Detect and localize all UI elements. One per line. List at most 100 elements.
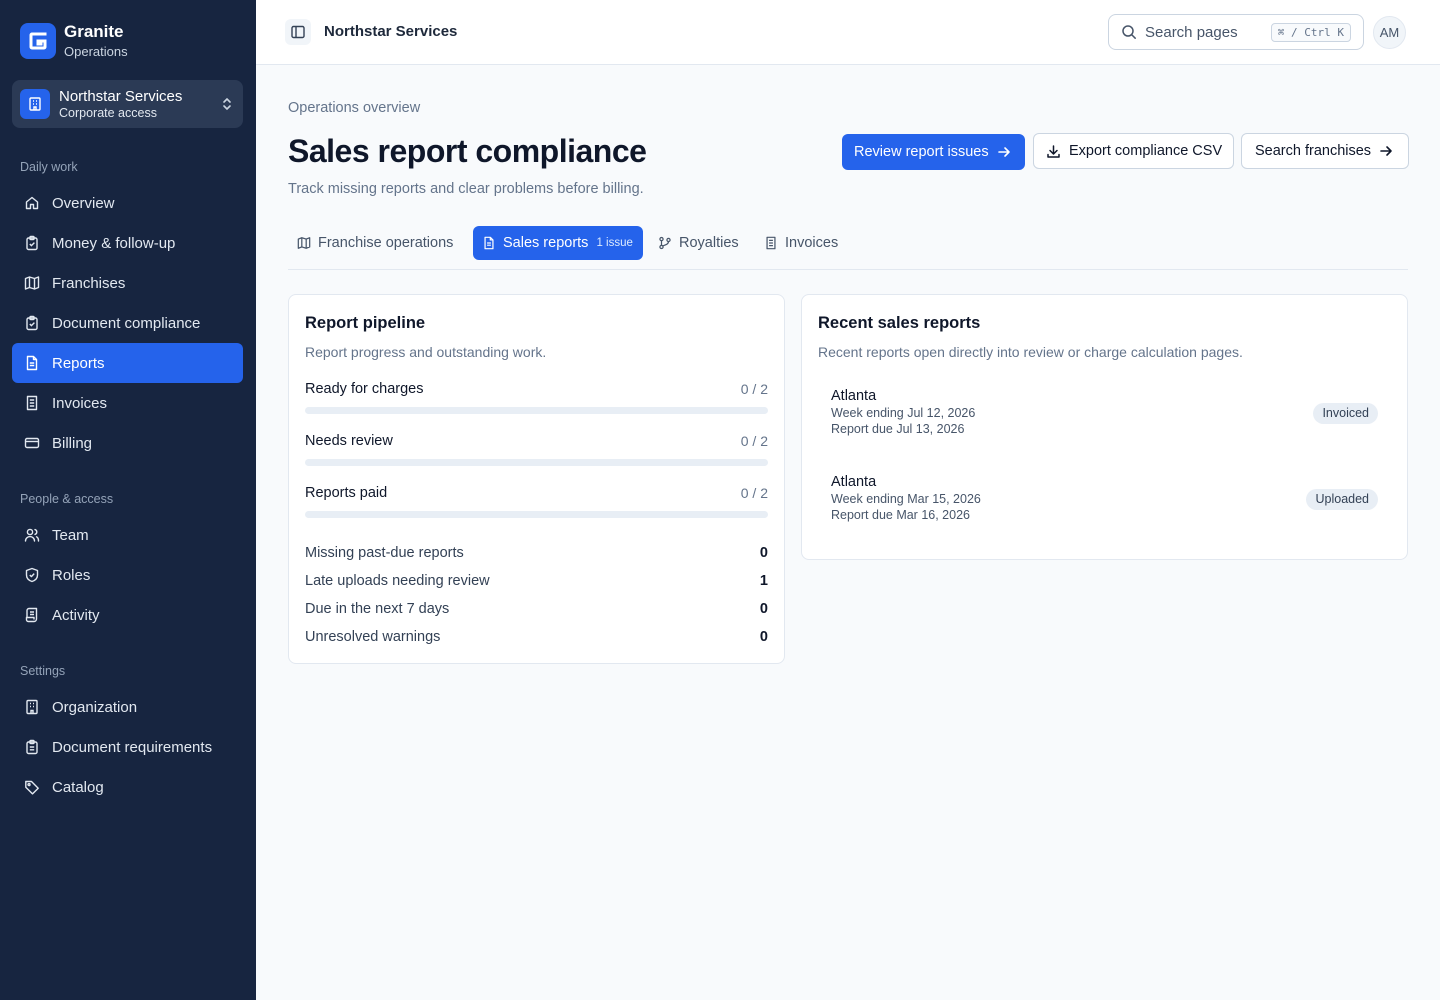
sidebar-item-label: Organization	[52, 698, 138, 716]
stat-label: Unresolved warnings	[305, 629, 441, 645]
sidebar-item-label: Document requirements	[52, 738, 213, 756]
sidebar-item-franchises[interactable]: Franchises	[12, 263, 243, 303]
avatar[interactable]: AM	[1373, 16, 1406, 49]
sidebar-item-money-follow-up[interactable]: Money & follow-up	[12, 223, 243, 263]
sidebar-item-billing[interactable]: Billing	[12, 423, 243, 463]
building-icon	[24, 699, 40, 715]
sidebar-item-label: Roles	[52, 566, 91, 584]
stat-label: Due in the next 7 days	[305, 601, 450, 617]
sidebar-item-team[interactable]: Team	[12, 515, 243, 555]
progress-bar	[305, 407, 768, 414]
report-due: Report due Jul 13, 2026	[831, 422, 965, 436]
progress-label: Reports paid	[305, 485, 388, 501]
sidebar-item-label: Catalog	[52, 778, 104, 796]
sidebar-item-activity[interactable]: Activity	[12, 595, 243, 635]
brand-name: Granite	[64, 22, 124, 41]
status-badge: Invoiced	[1313, 403, 1378, 424]
tabs: Franchise operations Sales reports 1 iss…	[288, 226, 1408, 270]
stat-value: 0	[759, 545, 768, 561]
tab-invoices[interactable]: Invoices	[755, 226, 847, 260]
org-name: Northstar Services	[59, 87, 183, 105]
sidebar-item-label: Invoices	[52, 394, 108, 412]
org-access: Corporate access	[59, 105, 157, 120]
git-branch-icon	[658, 236, 672, 250]
sidebar-item-invoices[interactable]: Invoices	[12, 383, 243, 423]
arrow-right-icon	[997, 145, 1011, 159]
stat-late-uploads: Late uploads needing review 1	[305, 573, 768, 589]
sidebar-item-label: Franchises	[52, 274, 126, 292]
sidebar-item-roles[interactable]: Roles	[12, 555, 243, 595]
sidebar-item-label: Billing	[52, 434, 93, 452]
report-location: Atlanta	[831, 388, 877, 404]
sidebar-item-label: Reports	[52, 354, 105, 372]
tab-sales-reports[interactable]: Sales reports 1 issue	[473, 226, 643, 260]
card-description: Report progress and outstanding work.	[305, 344, 547, 360]
sidebar: Granite Operations Northstar Services Co…	[0, 0, 256, 1000]
progress-needs-review: Needs review 0 / 2	[305, 433, 768, 466]
sidebar-item-catalog[interactable]: Catalog	[12, 767, 243, 807]
search-placeholder: Search pages	[1145, 23, 1238, 41]
card-description: Recent reports open directly into review…	[818, 344, 1243, 360]
report-week: Week ending Jul 12, 2026	[831, 406, 976, 420]
progress-bar	[305, 459, 768, 466]
receipt-icon	[764, 236, 778, 250]
sidebar-item-label: Activity	[52, 606, 100, 624]
review-report-issues-button[interactable]: Review report issues	[842, 134, 1025, 170]
export-compliance-csv-button[interactable]: Export compliance CSV	[1033, 133, 1234, 169]
sidebar-toggle-button[interactable]	[285, 19, 311, 45]
report-due: Report due Mar 16, 2026	[831, 508, 970, 522]
tag-icon	[24, 779, 40, 795]
progress-label: Needs review	[305, 433, 393, 449]
progress-value: 0 / 2	[740, 485, 768, 501]
map-icon	[24, 275, 40, 291]
button-label: Export compliance CSV	[1069, 143, 1223, 159]
brand-subtitle: Operations	[64, 44, 128, 59]
map-icon	[297, 236, 311, 250]
breadcrumb[interactable]: Operations overview	[288, 100, 420, 116]
stat-unresolved-warnings: Unresolved warnings 0	[305, 629, 768, 645]
credit-card-icon	[24, 435, 40, 451]
granite-logo-icon	[20, 23, 56, 59]
main-content: Operations overview Sales report complia…	[256, 65, 1440, 1000]
tab-royalties[interactable]: Royalties	[649, 226, 747, 260]
clipboard-list-icon	[24, 739, 40, 755]
arrow-right-icon	[1379, 144, 1393, 158]
scroll-icon	[24, 607, 40, 623]
sidebar-item-organization[interactable]: Organization	[12, 687, 243, 727]
receipt-icon	[24, 395, 40, 411]
sidebar-item-document-requirements[interactable]: Document requirements	[12, 727, 243, 767]
issue-count-badge: 1 issue	[596, 237, 633, 249]
clipboard-check-icon	[24, 315, 40, 331]
sidebar-item-label: Team	[52, 526, 89, 544]
card-title: Recent sales reports	[818, 314, 981, 332]
nav-heading-settings: Settings	[20, 664, 66, 678]
list-item[interactable]: Atlanta Week ending Mar 15, 2026 Report …	[818, 467, 1391, 543]
top-title: Northstar Services	[324, 23, 458, 40]
tab-label: Royalties	[679, 235, 739, 251]
tab-label: Sales reports	[503, 235, 589, 251]
search-franchises-button[interactable]: Search franchises	[1241, 133, 1409, 169]
panel-left-icon	[290, 24, 306, 40]
chevrons-up-down-icon	[221, 96, 233, 117]
list-item[interactable]: Atlanta Week ending Jul 12, 2026 Report …	[818, 381, 1391, 457]
stat-missing-past-due: Missing past-due reports 0	[305, 545, 768, 561]
shield-icon	[24, 567, 40, 583]
sidebar-item-label: Money & follow-up	[52, 234, 176, 252]
button-label: Search franchises	[1255, 143, 1372, 159]
users-icon	[24, 527, 40, 543]
sidebar-item-reports[interactable]: Reports	[12, 343, 243, 383]
search-input[interactable]: Search pages ⌘ / Ctrl K	[1108, 14, 1364, 50]
report-location: Atlanta	[831, 474, 877, 490]
tab-label: Franchise operations	[318, 235, 454, 251]
brand[interactable]: Granite Operations	[20, 22, 128, 60]
nav-heading-people-access: People & access	[20, 492, 114, 506]
sidebar-item-document-compliance[interactable]: Document compliance	[12, 303, 243, 343]
sidebar-item-overview[interactable]: Overview	[12, 183, 243, 223]
progress-ready-for-charges: Ready for charges 0 / 2	[305, 381, 768, 414]
topbar: Northstar Services Search pages ⌘ / Ctrl…	[256, 0, 1440, 65]
page-subtitle: Track missing reports and clear problems…	[288, 181, 644, 197]
tab-franchise-operations[interactable]: Franchise operations	[288, 226, 465, 260]
org-switcher[interactable]: Northstar Services Corporate access	[12, 80, 243, 128]
stat-value: 1	[759, 573, 768, 589]
nav-heading-daily-work: Daily work	[20, 160, 78, 174]
